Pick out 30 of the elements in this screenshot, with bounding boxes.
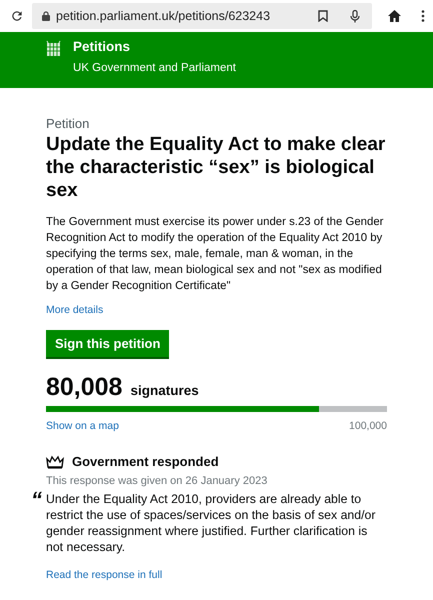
lock-icon [42, 11, 50, 21]
home-button[interactable] [386, 8, 403, 24]
signatures-label: signatures [130, 383, 199, 398]
response-summary: Under the Equality Act 2010, providers are already able to restrict the use of spaces/services on the basis of sex and/or gender reassignment where justified. Further clarification is not necessary. [46, 491, 376, 555]
address-bar[interactable]: petition.parliament.uk/petitions/623243 [32, 3, 372, 29]
reload-icon [10, 9, 24, 23]
portcullis-icon [46, 40, 61, 57]
more-details-link[interactable]: More details [46, 304, 104, 316]
response-date: This response was given on 26 January 2023 [46, 475, 268, 487]
bookmark-button[interactable] [316, 8, 330, 24]
target-count: 100,000 [349, 420, 387, 432]
crown-icon [46, 454, 64, 468]
microphone-button[interactable] [348, 8, 362, 24]
site-title: Petitions [73, 39, 132, 54]
petition-description: The Government must exercise its power under s.23 of the Gender Recognition Act to modify the operation of the Equality Act 2010 by specifying the terms sex, male, female, man & woman, in the operation of that law, mean biological sex and not "sex as modified by a Gender Recognition Certificate" [46, 215, 384, 294]
menu-button[interactable] [419, 8, 427, 24]
home-icon [388, 10, 401, 22]
site-subtitle: UK Government and Parliament [73, 62, 236, 74]
petition-title: Update the Equality Act to make clear the characteristic “sex” is biological sex [46, 133, 386, 202]
menu-icon [421, 10, 425, 22]
petition-label: Petition [46, 116, 90, 131]
url-text: petition.parliament.uk/petitions/623243 [56, 9, 272, 23]
show-map-link[interactable]: Show on a map [46, 420, 119, 432]
read-response-link[interactable]: Read the response in full [46, 569, 162, 581]
sign-petition-button[interactable]: Sign this petition [46, 330, 170, 357]
microphone-icon [350, 10, 360, 22]
response-heading: Government responded [72, 454, 219, 469]
signature-count: 80,008 [46, 373, 122, 402]
quote-mark: “ [31, 489, 42, 511]
bookmark-icon [318, 10, 328, 22]
